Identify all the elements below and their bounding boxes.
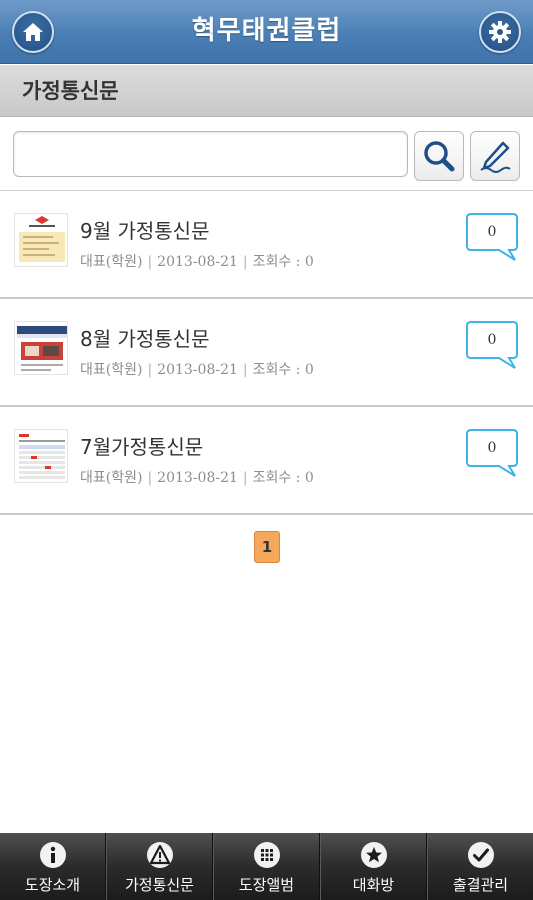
meta-separator: |	[147, 254, 153, 270]
comment-bubble[interactable]: 0	[465, 428, 519, 477]
post-list: 9월 가정통신문 대표(학원)|2013-08-21|조회수 : 0 0	[0, 191, 533, 515]
meta-separator: |	[242, 362, 248, 378]
list-item[interactable]: 9월 가정통신문 대표(학원) | 2013-08-21 | 조회수 : 0 0	[0, 191, 533, 299]
meta-separator: |	[147, 362, 153, 378]
list-item[interactable]: 8월 가정통신문 대표(학원) | 2013-08-21 | 조회수 : 0 0	[0, 299, 533, 407]
comment-count: 0	[487, 224, 497, 240]
post-views: 조회수 : 0	[252, 254, 314, 270]
tab-album[interactable]: 도장앨범	[213, 833, 320, 900]
post-title: 7월가정통신문	[80, 435, 204, 459]
post-date: 2013-08-21	[157, 254, 238, 270]
tab-label: 가정통신문	[124, 876, 194, 894]
post-thumbnail	[14, 213, 68, 267]
meta-separator: |	[147, 470, 153, 486]
settings-button[interactable]	[479, 11, 521, 53]
post-author: 대표(학원)	[80, 470, 143, 486]
gear-icon	[489, 21, 511, 43]
list-item[interactable]: 7월가정통신문 대표(학원) | 2013-08-21 | 조회수 : 0 0	[0, 407, 533, 515]
tab-attendance[interactable]: 출결관리	[427, 833, 533, 900]
post-title: 9월 가정통신문	[80, 219, 210, 243]
comment-count: 0	[487, 332, 497, 348]
app-header: 혁무태권클럽	[0, 0, 533, 64]
section-header: 가정통신문	[0, 65, 533, 117]
post-meta: 대표(학원) | 2013-08-21 | 조회수 : 0	[80, 251, 314, 271]
comment-count: 0	[487, 440, 497, 456]
tab-label: 도장소개	[24, 876, 81, 894]
check-icon	[467, 842, 494, 868]
tab-newsletter[interactable]: 가정통신문	[106, 833, 213, 900]
post-date: 2013-08-21	[157, 362, 238, 378]
search-button[interactable]	[414, 131, 464, 181]
bottom-tab-bar: 도장소개 가정통신문 도장앨범 대화방 출결관리	[0, 833, 533, 900]
search-input[interactable]	[13, 131, 408, 177]
info-icon	[39, 842, 66, 868]
tab-intro[interactable]: 도장소개	[0, 833, 106, 900]
post-meta: 대표(학원) | 2013-08-21 | 조회수 : 0	[80, 359, 314, 379]
post-title: 8월 가정통신문	[80, 327, 210, 351]
comment-bubble[interactable]: 0	[465, 212, 519, 261]
post-thumbnail	[14, 429, 68, 483]
post-meta: 대표(학원) | 2013-08-21 | 조회수 : 0	[80, 467, 314, 487]
meta-separator: |	[242, 470, 248, 486]
post-thumbnail	[14, 321, 68, 375]
pen-icon	[480, 141, 511, 173]
star-icon	[360, 842, 387, 868]
tab-label: 출결관리	[452, 876, 509, 894]
grid-icon	[253, 842, 280, 868]
app-title: 혁무태권클럽	[191, 16, 342, 46]
comment-bubble[interactable]: 0	[465, 320, 519, 369]
post-author: 대표(학원)	[80, 254, 143, 270]
post-author: 대표(학원)	[80, 362, 143, 378]
tab-label: 대화방	[352, 876, 395, 894]
tab-chat[interactable]: 대화방	[320, 833, 427, 900]
warning-icon	[146, 842, 173, 868]
write-button[interactable]	[470, 131, 520, 181]
section-title: 가정통신문	[22, 79, 119, 103]
meta-separator: |	[242, 254, 248, 270]
post-views: 조회수 : 0	[252, 362, 314, 378]
tab-label: 도장앨범	[238, 876, 295, 894]
post-views: 조회수 : 0	[252, 470, 314, 486]
search-icon	[424, 141, 455, 172]
page-button-current[interactable]: 1	[254, 531, 280, 563]
post-date: 2013-08-21	[157, 470, 238, 486]
